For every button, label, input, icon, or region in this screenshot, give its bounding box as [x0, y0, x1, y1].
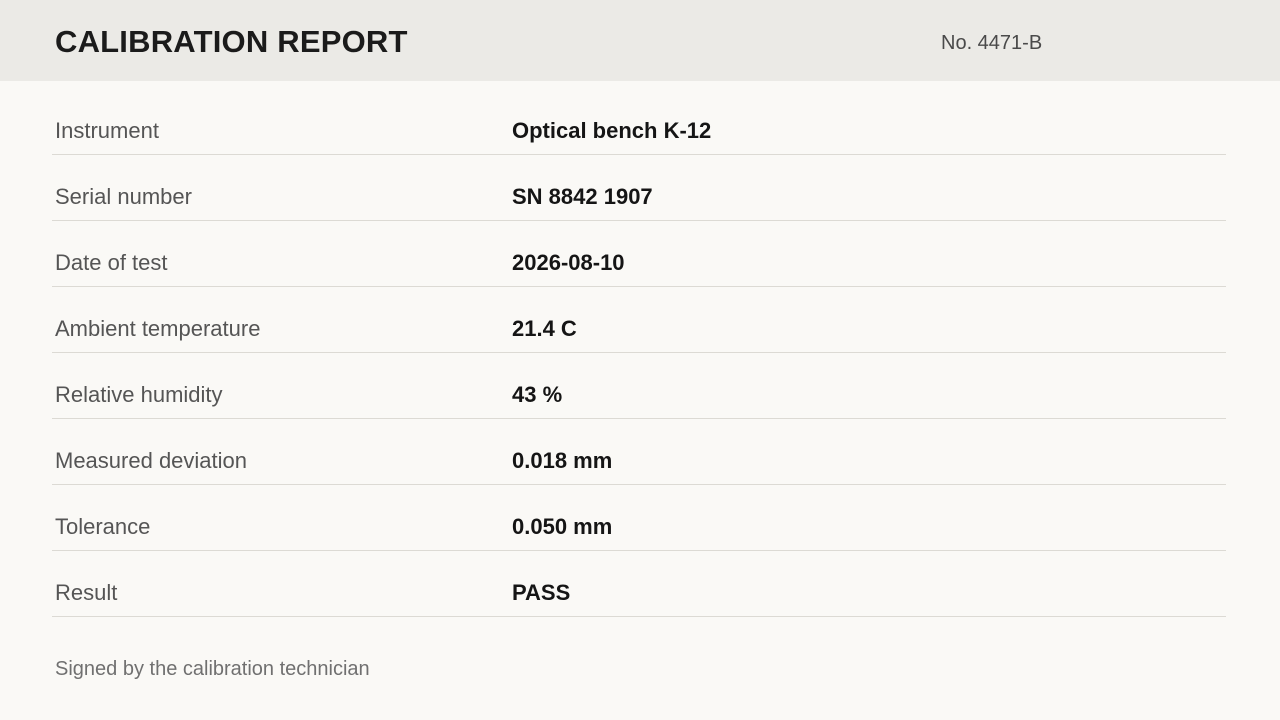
row-instrument: Instrument Optical bench K-12 [52, 88, 1226, 155]
signature-line: Signed by the calibration technician [55, 658, 370, 680]
value-serial-number: SN 8842 1907 [512, 184, 653, 209]
value-result: PASS [512, 580, 571, 605]
row-tolerance: Tolerance 0.050 mm [52, 484, 1226, 551]
row-ambient-temperature: Ambient temperature 21.4 C [52, 286, 1226, 353]
row-result: Result PASS [52, 550, 1226, 617]
label-measured-deviation: Measured deviation [55, 448, 248, 473]
label-date-of-test: Date of test [55, 250, 168, 275]
value-date-of-test: 2026-08-10 [512, 250, 625, 275]
label-instrument: Instrument [55, 118, 159, 143]
row-measured-deviation: Measured deviation 0.018 mm [52, 418, 1226, 485]
label-ambient-temperature: Ambient temperature [55, 316, 261, 341]
label-tolerance: Tolerance [55, 514, 151, 539]
label-relative-humidity: Relative humidity [55, 382, 223, 407]
label-result: Result [55, 580, 118, 605]
value-instrument: Optical bench K-12 [512, 118, 712, 143]
field-table: Instrument Optical bench K-12 Serial num… [0, 0, 1280, 720]
value-relative-humidity: 43 % [512, 382, 563, 407]
value-measured-deviation: 0.018 mm [512, 448, 613, 473]
value-tolerance: 0.050 mm [512, 514, 613, 539]
value-ambient-temperature: 21.4 C [512, 316, 577, 341]
row-serial-number: Serial number SN 8842 1907 [52, 154, 1226, 221]
row-date-of-test: Date of test 2026-08-10 [52, 220, 1226, 287]
label-serial-number: Serial number [55, 184, 192, 209]
row-relative-humidity: Relative humidity 43 % [52, 352, 1226, 419]
